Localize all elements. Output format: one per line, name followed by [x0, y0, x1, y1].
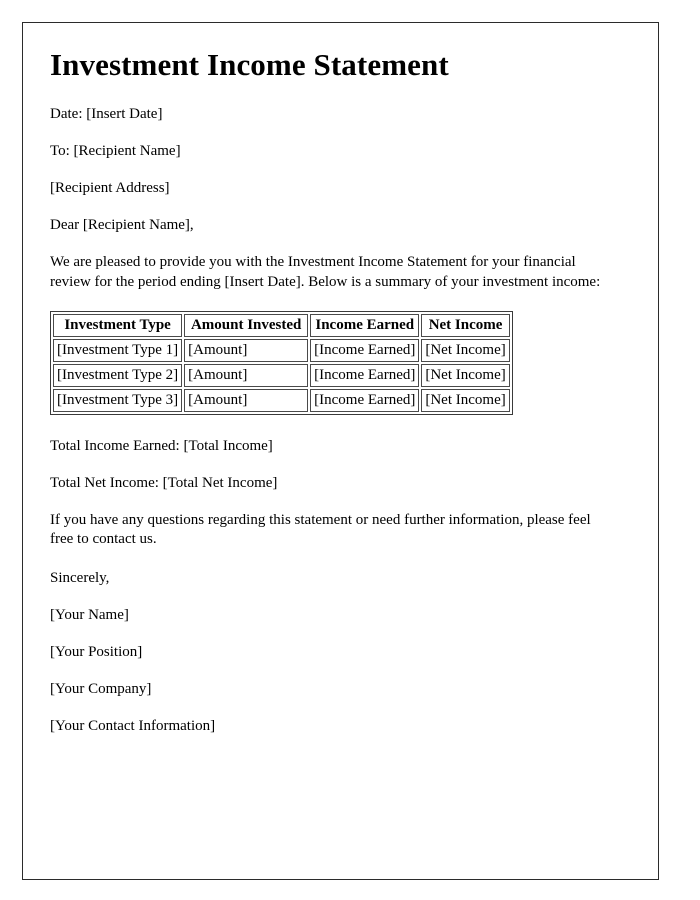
column-header-amount-invested: Amount Invested — [184, 313, 309, 337]
total-income-earned-line: Total Income Earned: [Total Income] — [50, 437, 273, 454]
column-header-net-income: Net Income — [421, 313, 510, 337]
signature-position: [Your Position] — [50, 643, 143, 660]
cell-investment-type: [Investment Type 2] — [53, 363, 183, 387]
signature-contact: [Your Contact Information] — [50, 718, 216, 735]
table-body: [Investment Type 1] [Amount] [Income Ear… — [53, 338, 510, 412]
document-body: Investment Income Statement Date: [Inser… — [23, 23, 658, 736]
document-page: Investment Income Statement Date: [Inser… — [22, 22, 659, 880]
table-row: [Investment Type 2] [Amount] [Income Ear… — [53, 363, 510, 387]
table-header-row: Investment Type Amount Invested Income E… — [53, 313, 510, 337]
cell-income-earned: [Income Earned] — [310, 363, 420, 387]
total-net-income-line: Total Net Income: [Total Net Income] — [50, 474, 278, 491]
cell-income-earned: [Income Earned] — [310, 388, 420, 412]
table-row: [Investment Type 1] [Amount] [Income Ear… — [53, 338, 510, 362]
cell-investment-type: [Investment Type 1] — [53, 338, 183, 362]
signature-company: [Your Company] — [50, 681, 152, 698]
recipient-address-line: [Recipient Address] — [50, 180, 170, 197]
cell-income-earned: [Income Earned] — [310, 338, 420, 362]
column-header-income-earned: Income Earned — [310, 313, 420, 337]
intro-paragraph: We are pleased to provide you with the I… — [50, 254, 601, 290]
cell-amount-invested: [Amount] — [184, 338, 309, 362]
cell-net-income: [Net Income] — [421, 338, 510, 362]
cell-amount-invested: [Amount] — [184, 363, 309, 387]
cell-net-income: [Net Income] — [421, 388, 510, 412]
salutation-line: Dear [Recipient Name], — [50, 217, 194, 234]
cell-investment-type: [Investment Type 3] — [53, 388, 183, 412]
column-header-investment-type: Investment Type — [53, 313, 183, 337]
cell-net-income: [Net Income] — [421, 363, 510, 387]
sign-off-line: Sincerely, — [50, 569, 110, 586]
closing-paragraph: If you have any questions regarding this… — [50, 512, 591, 548]
cell-amount-invested: [Amount] — [184, 388, 309, 412]
table-row: [Investment Type 3] [Amount] [Income Ear… — [53, 388, 510, 412]
date-line: Date: [Insert Date] — [50, 105, 163, 122]
table-head: Investment Type Amount Invested Income E… — [53, 313, 510, 337]
recipient-name-line: To: [Recipient Name] — [50, 142, 181, 159]
signature-name: [Your Name] — [50, 606, 129, 623]
investment-summary-table: Investment Type Amount Invested Income E… — [50, 310, 513, 415]
page-title: Investment Income Statement — [50, 47, 449, 82]
